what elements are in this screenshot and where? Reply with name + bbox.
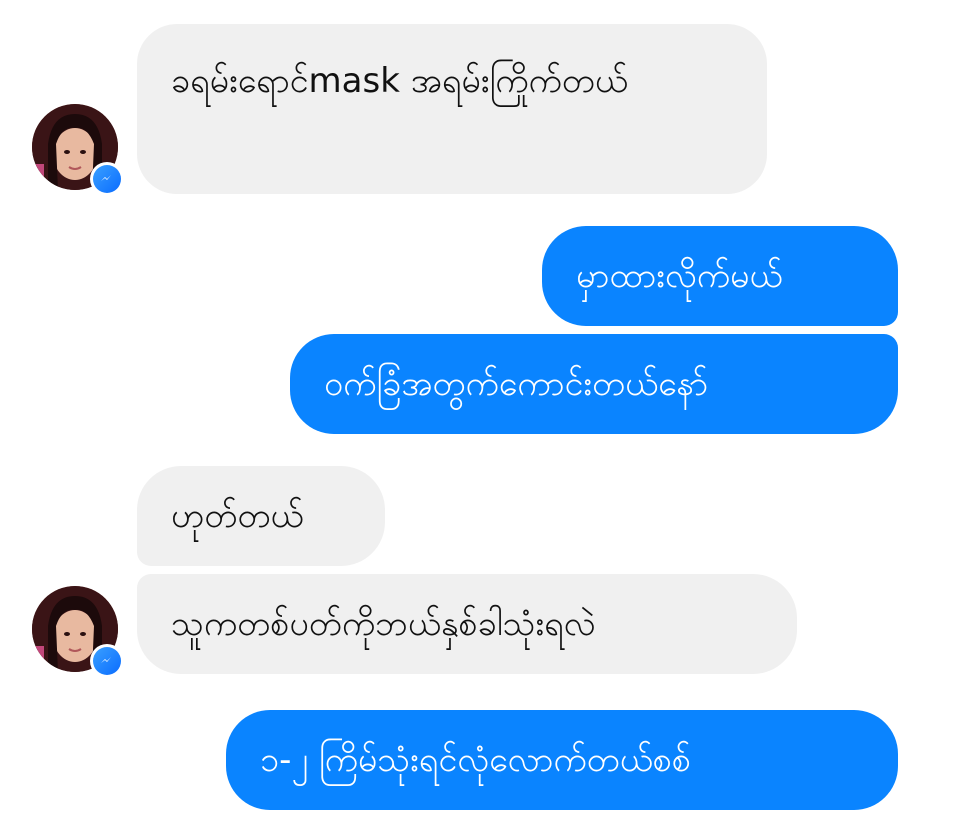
messenger-badge — [90, 162, 124, 196]
message-text: ဝက်ခြံအတွက်ကောင်းတယ်နော် — [324, 364, 709, 404]
messenger-icon — [101, 175, 111, 181]
message-text: ဟုတ်တယ် — [171, 496, 304, 536]
messenger-badge — [90, 644, 124, 678]
message-text: ခရမ်းရောင်mask အရမ်းကြိုက်တယ် — [171, 61, 628, 101]
incoming-message[interactable]: ဟုတ်တယ် — [137, 466, 385, 566]
incoming-message[interactable]: သူကတစ်ပတ်ကိုဘယ်နှစ်ခါသုံးရလဲ — [137, 574, 797, 674]
message-text: မှာထားလိုက်မယ် — [576, 256, 783, 296]
chat-thread: ခရမ်းရောင်mask အရမ်းကြိုက်တယ် မှာထားလိုက… — [0, 0, 960, 820]
incoming-message[interactable]: ခရမ်းရောင်mask အရမ်းကြိုက်တယ် — [137, 24, 767, 194]
outgoing-message[interactable]: ၁-၂ ကြိမ်သုံးရင်လုံလောက်တယ်စစ် — [226, 710, 898, 810]
outgoing-message[interactable]: မှာထားလိုက်မယ် — [542, 226, 898, 326]
messenger-icon — [101, 657, 111, 663]
message-text: သူကတစ်ပတ်ကိုဘယ်နှစ်ခါသုံးရလဲ — [171, 604, 596, 644]
message-text: ၁-၂ ကြိမ်သုံးရင်လုံလောက်တယ်စစ် — [260, 740, 692, 780]
outgoing-message[interactable]: ဝက်ခြံအတွက်ကောင်းတယ်နော် — [290, 334, 898, 434]
